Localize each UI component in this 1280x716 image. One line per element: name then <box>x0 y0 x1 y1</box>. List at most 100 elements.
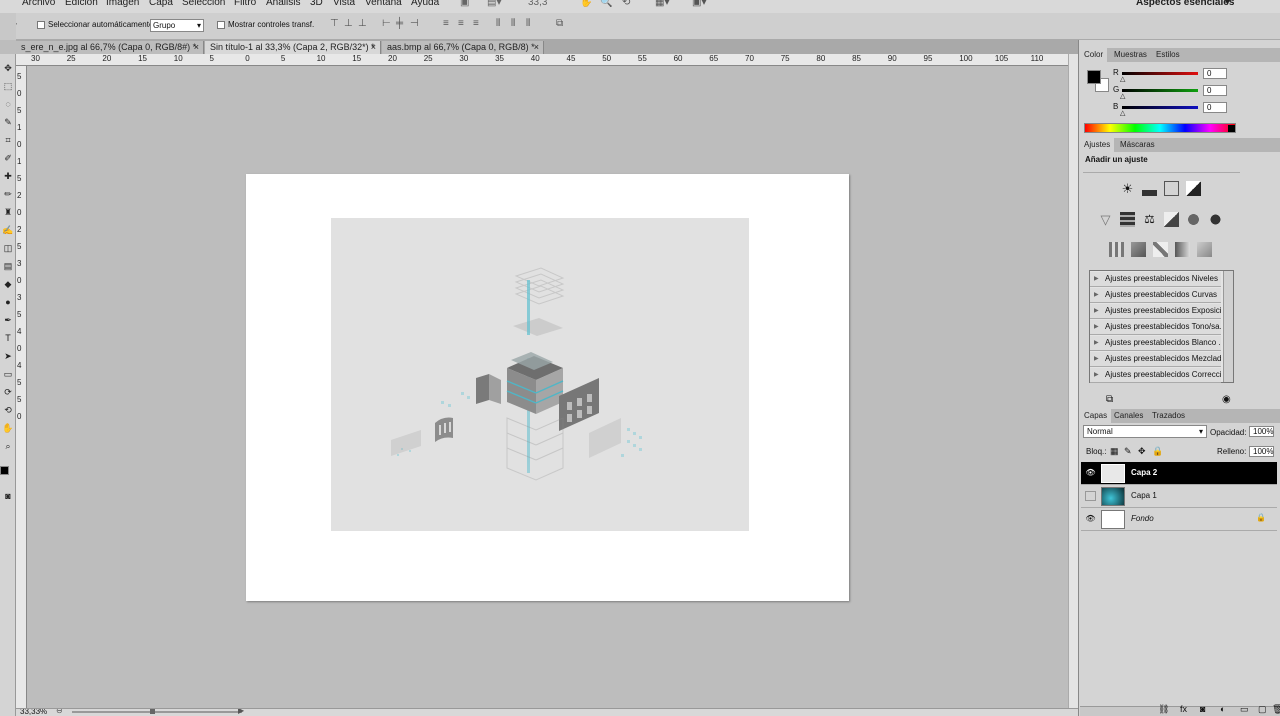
color-ramp[interactable] <box>1084 123 1236 133</box>
arrange-documents-icon[interactable]: ▦▾ <box>655 0 669 8</box>
levels-icon[interactable] <box>1142 181 1157 196</box>
layer-artwork[interactable] <box>331 218 749 531</box>
marquee-tool-icon[interactable]: ⬚ <box>2 80 14 92</box>
menu-filtro[interactable]: Filtro <box>234 0 256 8</box>
zoom-out-icon[interactable]: ⊖ <box>56 709 63 715</box>
distribute-right-icon[interactable]: ⫴ <box>526 18 530 29</box>
brush-tool-icon[interactable]: ✏ <box>2 188 14 200</box>
eye-icon[interactable]: 👁 <box>1085 514 1096 524</box>
bridge-icon[interactable]: ▣ <box>460 0 469 8</box>
zoom-level[interactable]: 33,3 <box>528 0 547 8</box>
tab-document-2[interactable]: Sin título-1 al 33,3% (Capa 2, RGB/32*) … <box>205 41 381 54</box>
3d-orbit-tool-icon[interactable]: ⟲ <box>2 404 14 416</box>
close-icon[interactable]: × <box>534 41 539 53</box>
align-top-icon[interactable]: ⊤ <box>330 18 339 29</box>
lock-position-icon[interactable]: ✥ <box>1138 446 1146 457</box>
quick-select-tool-icon[interactable]: ✎ <box>2 116 14 128</box>
foreground-color-swatch[interactable] <box>0 466 9 475</box>
auto-select-checkbox[interactable] <box>37 21 45 29</box>
presets-scrollbar[interactable] <box>1223 271 1233 382</box>
channel-g-value[interactable]: 0 <box>1203 85 1227 96</box>
vibrance-icon[interactable]: ▽ <box>1098 212 1113 227</box>
healing-tool-icon[interactable]: ✚ <box>2 170 14 182</box>
distribute-hcenter-icon[interactable]: ⫴ <box>511 18 515 29</box>
tab-channels[interactable]: Canales <box>1110 409 1147 423</box>
vertical-scrollbar[interactable] <box>1068 54 1078 708</box>
history-brush-tool-icon[interactable]: ✍ <box>2 224 14 236</box>
fill-value[interactable]: 100% <box>1249 446 1274 457</box>
crop-tool-icon[interactable]: ⌗ <box>2 134 14 146</box>
zoom-slider-thumb[interactable] <box>150 709 155 714</box>
align-hcenter-icon[interactable]: ╪ <box>396 18 403 29</box>
preset-exposicion[interactable]: Ajustes preestablecidos Exposici... <box>1090 304 1221 319</box>
preset-blanco-negro[interactable]: Ajustes preestablecidos Blanco ... <box>1090 336 1221 351</box>
channel-g-thumb-icon[interactable]: △ <box>1120 92 1125 100</box>
layer-name[interactable]: Capa 1 <box>1131 491 1157 500</box>
preset-curvas[interactable]: Ajustes preestablecidos Curvas <box>1090 288 1221 303</box>
align-bottom-icon[interactable]: ⊥ <box>358 18 367 29</box>
black-white-icon[interactable] <box>1164 212 1179 227</box>
auto-align-icon[interactable]: ⧉ <box>556 18 563 29</box>
align-left-icon[interactable]: ⊢ <box>382 18 391 29</box>
preset-niveles[interactable]: Ajustes preestablecidos Niveles <box>1090 272 1221 287</box>
auto-select-dropdown[interactable]: Grupo ▾ <box>150 19 204 32</box>
channel-b-slider[interactable] <box>1122 106 1198 109</box>
menu-vista[interactable]: Vista <box>333 0 355 8</box>
layer-row-fondo[interactable]: 👁 Fondo 🔒 <box>1081 508 1277 531</box>
path-select-tool-icon[interactable]: ➤ <box>2 350 14 362</box>
distribute-left-icon[interactable]: ⫴ <box>496 18 500 29</box>
curves-icon[interactable] <box>1164 181 1179 196</box>
eye-hidden-icon[interactable] <box>1085 491 1096 501</box>
new-layer-icon[interactable]: ▢ <box>1258 704 1267 715</box>
link-layers-icon[interactable]: ⛓ <box>1158 704 1169 715</box>
menu-capa[interactable]: Capa <box>149 0 173 8</box>
pen-tool-icon[interactable]: ✒ <box>2 314 14 326</box>
menu-edicion[interactable]: Edición <box>65 0 98 8</box>
add-mask-icon[interactable]: ◙ <box>1200 704 1205 714</box>
lock-pixels-icon[interactable]: ✎ <box>1124 446 1132 457</box>
layer-row-capa-2[interactable]: 👁 Capa 2 <box>1081 462 1277 485</box>
eyedropper-tool-icon[interactable]: ✐ <box>2 152 14 164</box>
tab-document-1[interactable]: s_ere_n_e.jpg al 66,7% (Capa 0, RGB/8#) … <box>16 41 204 54</box>
play-icon[interactable]: ▶ <box>238 709 244 715</box>
lock-transparency-icon[interactable]: ▦ <box>1110 446 1119 457</box>
zoom-tool-icon[interactable]: ⌕ <box>2 440 14 452</box>
menu-ayuda[interactable]: Ayuda <box>411 0 439 8</box>
brightness-icon[interactable]: ☀ <box>1120 181 1135 196</box>
tab-paths[interactable]: Trazados <box>1148 409 1189 423</box>
zoom-readout[interactable]: 33,33% <box>20 709 47 716</box>
distribute-vcenter-icon[interactable]: ≡ <box>458 18 464 29</box>
workspace-switcher[interactable]: Aspectos esenciales <box>1136 0 1234 8</box>
hand-tool-icon[interactable]: ✋ <box>580 0 592 8</box>
gradient-map-icon[interactable] <box>1175 242 1190 257</box>
layer-name[interactable]: Capa 2 <box>1131 468 1157 477</box>
align-right-icon[interactable]: ⊣ <box>410 18 419 29</box>
selective-color-icon[interactable] <box>1197 242 1212 257</box>
tab-adjustments[interactable]: Ajustes <box>1080 138 1115 152</box>
blend-mode-dropdown[interactable]: Normal ▾ <box>1083 425 1207 438</box>
menu-imagen[interactable]: Imagen <box>106 0 139 8</box>
blur-tool-icon[interactable]: ◆ <box>2 278 14 290</box>
visibility-toggle-icon[interactable]: ◉ <box>1222 394 1231 405</box>
lock-all-icon[interactable]: 🔒 <box>1152 446 1163 457</box>
menu-analisis[interactable]: Análisis <box>266 0 300 8</box>
tab-masks[interactable]: Máscaras <box>1116 138 1159 152</box>
invert-icon[interactable] <box>1109 242 1124 257</box>
menu-3d[interactable]: 3D <box>310 0 323 8</box>
preset-correccion[interactable]: Ajustes preestablecidos Correcci... <box>1090 368 1221 383</box>
align-vcenter-icon[interactable]: ⊥ <box>344 18 353 29</box>
color-ramp-black[interactable] <box>1228 125 1235 132</box>
close-icon[interactable]: × <box>194 41 199 53</box>
eraser-tool-icon[interactable]: ◫ <box>2 242 14 254</box>
preset-mezclador[interactable]: Ajustes preestablecidos Mezclad... <box>1090 352 1221 367</box>
menu-archivo[interactable]: Archivo <box>22 0 55 8</box>
type-tool-icon[interactable]: T <box>2 332 14 344</box>
layer-row-capa-1[interactable]: Capa 1 <box>1081 485 1277 508</box>
channel-g-slider[interactable] <box>1122 89 1198 92</box>
new-group-icon[interactable]: ▭ <box>1240 704 1249 715</box>
threshold-icon[interactable] <box>1153 242 1168 257</box>
photo-filter-icon[interactable] <box>1186 212 1201 227</box>
foreground-color-swatch[interactable] <box>1087 70 1101 84</box>
posterize-icon[interactable] <box>1131 242 1146 257</box>
lasso-tool-icon[interactable]: ◌ <box>2 98 14 110</box>
